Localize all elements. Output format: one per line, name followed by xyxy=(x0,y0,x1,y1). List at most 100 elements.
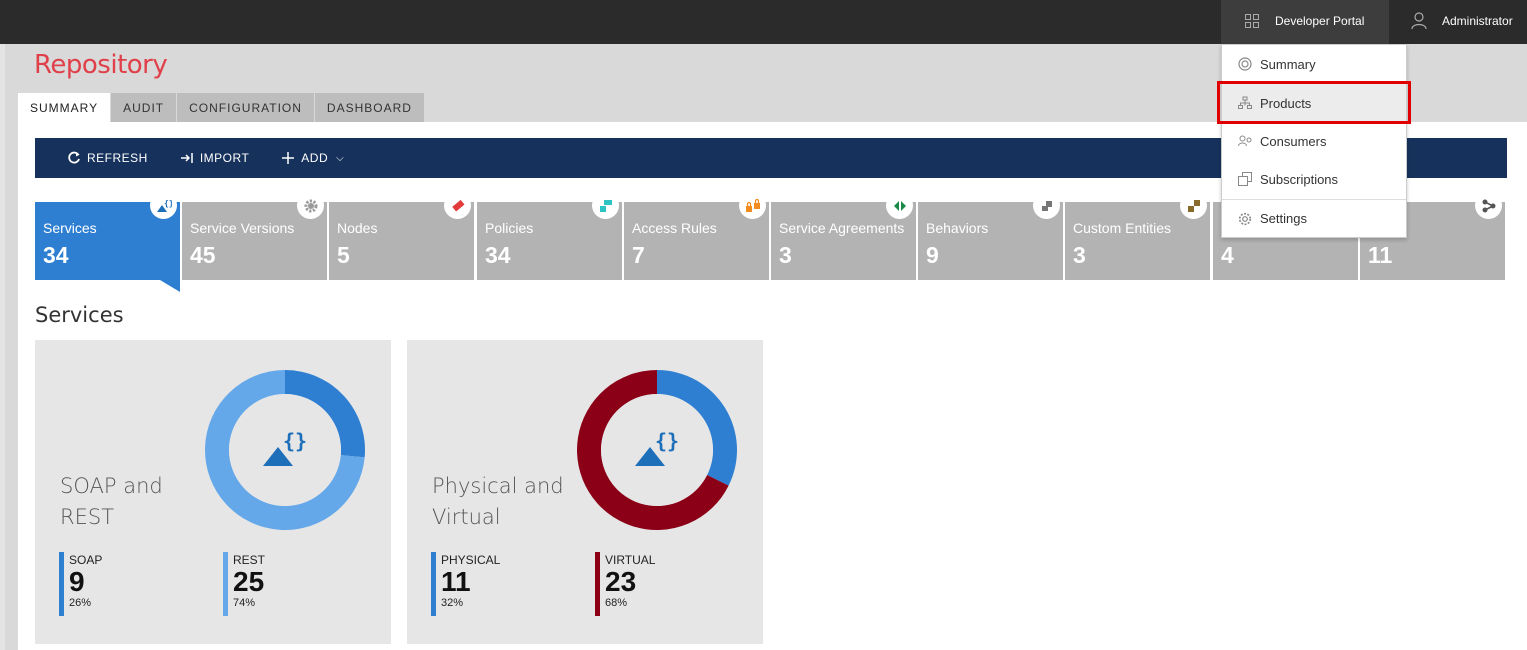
tile-nodes[interactable]: Nodes 5 xyxy=(329,192,474,280)
tile-label: Policies xyxy=(485,220,534,236)
stat-percent: 32% xyxy=(441,597,464,609)
services-heading: Services xyxy=(35,303,124,327)
tab-dashboard[interactable]: DASHBOARD xyxy=(314,93,425,122)
tile-access-rules[interactable]: Access Rules 7 xyxy=(624,192,769,280)
developer-portal-button[interactable]: Developer Portal xyxy=(1221,0,1389,44)
import-label: IMPORT xyxy=(199,151,250,165)
administrator-label: Administrator xyxy=(1442,14,1513,28)
refresh-button[interactable]: REFRESH xyxy=(67,151,148,165)
tile-label: Behaviors xyxy=(926,220,989,236)
tile-label: Access Rules xyxy=(632,220,717,236)
tile-count: 34 xyxy=(485,242,511,268)
stat-percent: 26% xyxy=(69,597,92,609)
tile-service-agreements[interactable]: Service Agreements 3 xyxy=(771,192,916,280)
physical-virtual-donut-chart: {} xyxy=(577,370,737,530)
soap-stat: SOAP 9 26% xyxy=(59,552,102,616)
page-title: Repository xyxy=(34,50,168,80)
menu-item-summary[interactable]: Summary xyxy=(1222,45,1406,83)
gear-icon xyxy=(297,192,324,219)
rest-stat-bar xyxy=(223,552,228,616)
plus-icon xyxy=(282,152,295,164)
developer-portal-menu: Summary Products Consumers Subscriptions… xyxy=(1221,44,1407,238)
menu-item-label: Products xyxy=(1260,95,1312,111)
administrator-button[interactable]: Administrator xyxy=(1389,0,1527,44)
gear-icon xyxy=(1238,212,1252,225)
soap-rest-donut-chart: {} xyxy=(205,370,365,530)
refresh-label: REFRESH xyxy=(87,151,148,165)
subscriptions-icon xyxy=(1238,172,1252,186)
active-tile-pointer xyxy=(160,280,180,292)
stat-value: 9 xyxy=(69,566,85,597)
virtual-stat: VIRTUAL 23 68% xyxy=(595,552,655,616)
physical-stat-bar xyxy=(431,552,436,616)
tile-label: Service Versions xyxy=(190,220,295,236)
tile-label: Service Agreements xyxy=(779,220,905,236)
stat-percent: 68% xyxy=(605,597,628,609)
stat-value: 23 xyxy=(605,566,637,597)
tile-count: 3 xyxy=(779,242,792,268)
tab-bar: SUMMARY AUDIT CONFIGURATION DASHBOARD xyxy=(18,93,425,122)
tile-count: 9 xyxy=(926,242,939,268)
stat-name: VIRTUAL xyxy=(605,553,656,567)
top-bar: Developer Portal Administrator xyxy=(0,0,1527,44)
virtual-stat-bar xyxy=(595,552,600,616)
share-icon xyxy=(1475,192,1502,219)
menu-item-settings[interactable]: Settings xyxy=(1222,199,1406,237)
svg-text:{}: {} xyxy=(655,429,679,453)
tile-count: 7 xyxy=(632,242,645,268)
soap-rest-card[interactable]: SOAP and REST {} SOAP 9 26% REST 25 74% xyxy=(35,340,391,644)
svg-text:{}: {} xyxy=(283,429,307,453)
tile-count: 34 xyxy=(43,242,69,268)
stat-value: 11 xyxy=(441,566,471,597)
soap-stat-bar xyxy=(59,552,64,616)
import-button[interactable]: IMPORT xyxy=(180,151,249,165)
menu-item-products[interactable]: Products xyxy=(1222,84,1406,122)
import-icon xyxy=(180,153,193,163)
tile-behaviors[interactable]: Behaviors 9 xyxy=(918,192,1063,280)
handshake-icon xyxy=(886,192,913,219)
svg-text:{}: {} xyxy=(164,199,172,208)
menu-item-label: Consumers xyxy=(1260,133,1327,149)
tile-label: Custom Entities xyxy=(1073,220,1172,236)
tile-services[interactable]: Services 34 {} xyxy=(35,192,180,280)
tile-label: Services xyxy=(43,220,97,236)
stat-name: SOAP xyxy=(69,553,103,567)
menu-item-consumers[interactable]: Consumers xyxy=(1222,122,1406,160)
tile-policies[interactable]: Policies 34 xyxy=(477,192,622,280)
tab-summary[interactable]: SUMMARY xyxy=(18,93,112,122)
grid-icon xyxy=(1245,14,1259,28)
card-title: SOAP and REST xyxy=(60,474,163,529)
menu-item-subscriptions[interactable]: Subscriptions xyxy=(1222,160,1406,198)
physical-virtual-card[interactable]: Physical and Virtual {} PHYSICAL 11 32% … xyxy=(407,340,763,644)
tile-count: 4 xyxy=(1221,242,1234,268)
tile-service-versions[interactable]: Service Versions 45 xyxy=(182,192,327,280)
tile-count: 3 xyxy=(1073,242,1086,268)
summary-icon xyxy=(1238,57,1252,71)
developer-portal-label: Developer Portal xyxy=(1275,14,1365,28)
refresh-icon xyxy=(68,151,80,164)
policies-icon xyxy=(592,192,619,219)
rest-stat: REST 25 74% xyxy=(223,552,265,616)
locks-icon xyxy=(739,192,766,219)
consumers-icon xyxy=(1238,135,1252,147)
add-button[interactable]: ADD ⌵ xyxy=(281,151,344,165)
tile-count: 5 xyxy=(337,242,350,268)
services-icon: {} xyxy=(150,192,177,219)
stat-name: REST xyxy=(233,553,266,567)
menu-item-label: Settings xyxy=(1260,211,1307,226)
card-title: Physical and Virtual xyxy=(432,474,564,529)
user-icon xyxy=(1411,12,1427,30)
tile-label: Nodes xyxy=(337,220,378,236)
custom-entities-icon xyxy=(1180,192,1207,219)
tab-audit[interactable]: AUDIT xyxy=(111,93,178,122)
menu-item-label: Summary xyxy=(1260,56,1316,72)
stat-value: 25 xyxy=(233,566,265,597)
hierarchy-icon xyxy=(1238,96,1252,109)
behaviors-icon xyxy=(1033,192,1060,219)
tile-count: 45 xyxy=(190,242,216,268)
menu-item-label: Subscriptions xyxy=(1260,171,1339,187)
add-label: ADD xyxy=(301,151,329,165)
physical-stat: PHYSICAL 11 32% xyxy=(431,552,500,616)
tile-custom-entities[interactable]: Custom Entities 3 xyxy=(1065,192,1210,280)
tab-configuration[interactable]: CONFIGURATION xyxy=(177,93,315,122)
